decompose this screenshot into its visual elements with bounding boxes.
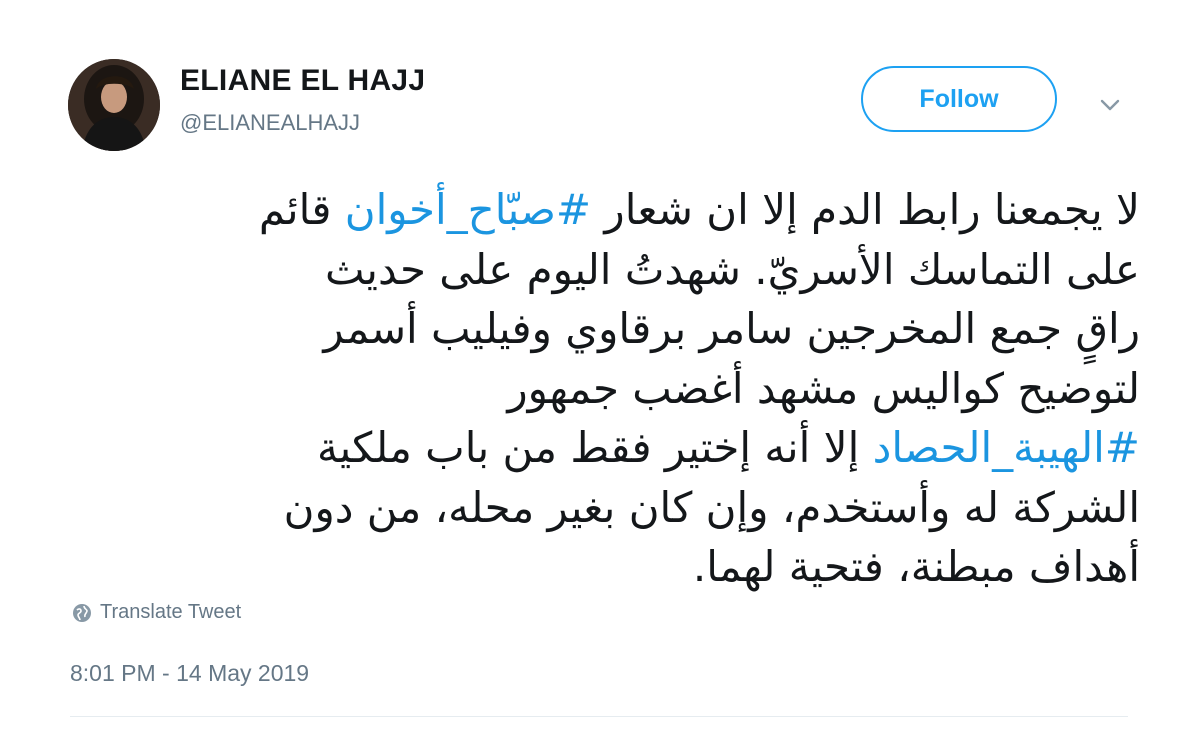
tweet-text-line: أهداف مبطنة، فتحية لهما. xyxy=(70,537,1140,597)
tweet-card: ELIANE EL HAJJ @ELIANEALHAJJ Follow لا ي… xyxy=(0,0,1200,732)
translate-tweet-link[interactable]: Translate Tweet xyxy=(72,601,241,624)
tweet-text-line: راقٍ جمع المخرجين سامر برقاوي وفيليب أسم… xyxy=(70,299,1140,359)
tweet-timestamp[interactable]: 8:01 PM - 14 May 2019 xyxy=(70,660,309,687)
follow-button[interactable]: Follow xyxy=(861,66,1057,132)
divider xyxy=(70,716,1128,717)
tweet-text-segment: راقٍ جمع المخرجين سامر برقاوي وفيليب أسم… xyxy=(323,304,1140,353)
user-handle[interactable]: @ELIANEALHAJJ xyxy=(180,110,360,136)
hashtag-link[interactable]: #الهيبة_الحصاد xyxy=(873,423,1140,472)
hashtag-link[interactable]: #صبّاح_أخوان xyxy=(345,185,591,234)
tweet-text: لا يجمعنا رابط الدم إلا ان شعار #صبّاح_أ… xyxy=(70,180,1140,597)
tweet-text-segment: الشركة له وأستخدم، وإن كان بغير محله، من… xyxy=(283,482,1140,532)
translate-tweet-label: Translate Tweet xyxy=(100,601,242,623)
tweet-text-segment: إلا أنه إختير فقط من باب ملكية xyxy=(317,423,873,472)
tweet-text-segment: أهداف مبطنة، فتحية لهما. xyxy=(692,542,1140,591)
tweet-text-segment: لتوضيح كواليس مشهد أغضب جمهور xyxy=(507,363,1140,413)
chevron-down-icon[interactable] xyxy=(1098,93,1122,117)
display-name[interactable]: ELIANE EL HAJJ xyxy=(180,64,425,98)
tweet-text-line: الشركة له وأستخدم، وإن كان بغير محله، من… xyxy=(70,478,1140,538)
tweet-text-segment: لا يجمعنا رابط الدم إلا ان شعار xyxy=(591,185,1140,234)
tweet-text-line: #الهيبة_الحصاد إلا أنه إختير فقط من باب … xyxy=(70,418,1140,478)
tweet-text-line: لتوضيح كواليس مشهد أغضب جمهور xyxy=(70,359,1140,419)
tweet-text-line: على التماسك الأسريّ. شهدتُ اليوم على حدي… xyxy=(70,240,1140,300)
tweet-text-segment: على التماسك الأسريّ. شهدتُ اليوم على حدي… xyxy=(325,244,1140,294)
tweet-text-line: لا يجمعنا رابط الدم إلا ان شعار #صبّاح_أ… xyxy=(70,180,1140,240)
tweet-text-segment: قائم xyxy=(258,185,345,234)
globe-icon xyxy=(73,603,91,622)
avatar[interactable] xyxy=(68,59,160,151)
